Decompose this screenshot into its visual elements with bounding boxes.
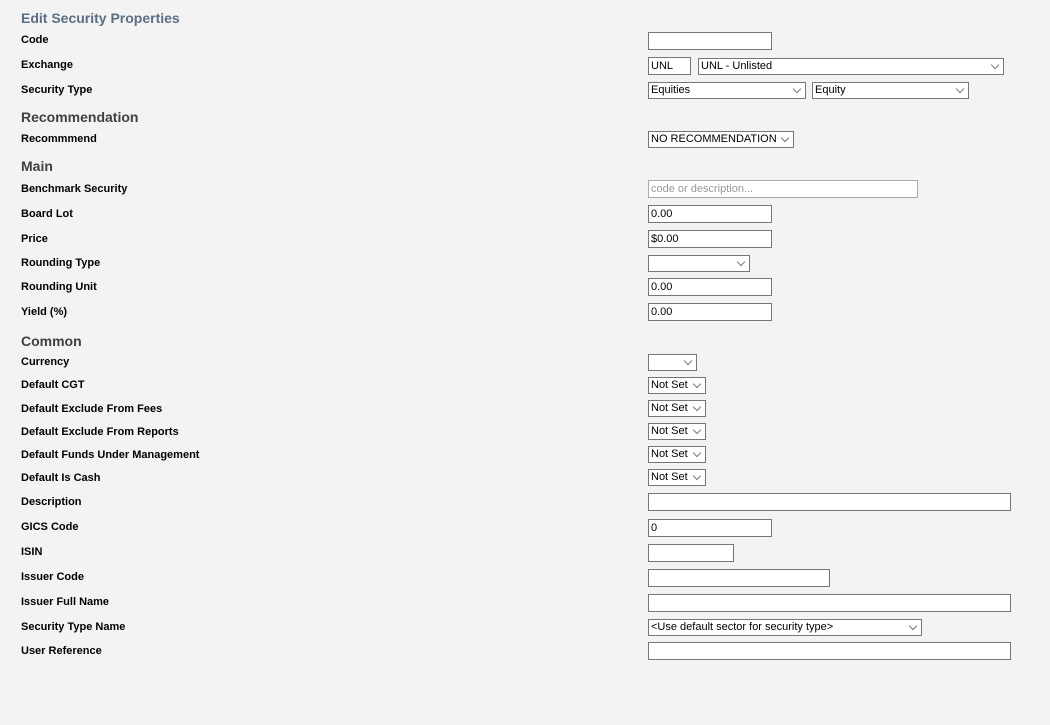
- recommend-selected: NO RECOMMENDATION: [651, 133, 777, 145]
- gics-code-input[interactable]: 0: [648, 519, 772, 537]
- code-label: Code: [21, 34, 49, 46]
- isin-input[interactable]: [648, 544, 734, 562]
- code-input[interactable]: [648, 32, 772, 50]
- section-common: Common: [21, 333, 82, 349]
- user-reference-input[interactable]: [648, 642, 1011, 660]
- default-is-cash-select[interactable]: Not Set: [648, 469, 706, 486]
- chevron-down-icon: [792, 84, 802, 94]
- default-exclude-reports-selected: Not Set: [651, 425, 688, 437]
- default-exclude-fees-selected: Not Set: [651, 402, 688, 414]
- chevron-down-icon: [692, 448, 702, 458]
- default-exclude-reports-select[interactable]: Not Set: [648, 423, 706, 440]
- chevron-down-icon: [736, 257, 746, 267]
- exchange-label: Exchange: [21, 59, 73, 71]
- rounding-unit-input[interactable]: 0.00: [648, 278, 772, 296]
- benchmark-security-label: Benchmark Security: [21, 183, 128, 195]
- issuer-code-label: Issuer Code: [21, 571, 84, 583]
- chevron-down-icon: [692, 425, 702, 435]
- default-is-cash-label: Default Is Cash: [21, 472, 101, 484]
- yield-label: Yield (%): [21, 306, 68, 318]
- default-exclude-reports-label: Default Exclude From Reports: [21, 426, 179, 438]
- isin-label: ISIN: [21, 546, 43, 558]
- price-label: Price: [21, 233, 48, 245]
- recommend-select[interactable]: NO RECOMMENDATION: [648, 131, 794, 148]
- default-is-cash-selected: Not Set: [651, 471, 688, 483]
- rounding-type-label: Rounding Type: [21, 257, 101, 269]
- currency-select[interactable]: [648, 354, 697, 371]
- exchange-selected: UNL - Unlisted: [701, 60, 773, 72]
- price-input[interactable]: $0.00: [648, 230, 772, 248]
- section-main: Main: [21, 158, 53, 174]
- gics-code-label: GICS Code: [21, 521, 79, 533]
- chevron-down-icon: [990, 60, 1000, 70]
- chevron-down-icon: [908, 621, 918, 631]
- page-title: Edit Security Properties: [21, 10, 180, 26]
- yield-input[interactable]: 0.00: [648, 303, 772, 321]
- security-type-select[interactable]: Equity: [812, 82, 969, 99]
- security-type-name-select[interactable]: <Use default sector for security type>: [648, 619, 922, 636]
- default-cgt-selected: Not Set: [651, 379, 688, 391]
- chevron-down-icon: [692, 471, 702, 481]
- chevron-down-icon: [683, 356, 693, 366]
- section-recommendation: Recommendation: [21, 109, 139, 125]
- recommend-label: Recommmend: [21, 133, 97, 145]
- issuer-full-name-input[interactable]: [648, 594, 1011, 612]
- currency-label: Currency: [21, 356, 70, 368]
- exchange-code-input[interactable]: UNL: [648, 57, 691, 75]
- default-cgt-label: Default CGT: [21, 379, 85, 391]
- default-fum-label: Default Funds Under Management: [21, 449, 200, 461]
- exchange-select[interactable]: UNL - Unlisted: [698, 58, 1004, 75]
- security-category-selected: Equities: [651, 84, 691, 96]
- description-label: Description: [21, 496, 82, 508]
- security-category-select[interactable]: Equities: [648, 82, 806, 99]
- board-lot-label: Board Lot: [21, 208, 73, 220]
- chevron-down-icon: [692, 402, 702, 412]
- default-exclude-fees-label: Default Exclude From Fees: [21, 403, 163, 415]
- security-type-name-selected: <Use default sector for security type>: [651, 621, 834, 633]
- security-type-label: Security Type: [21, 84, 93, 96]
- rounding-type-select[interactable]: [648, 255, 750, 272]
- default-fum-selected: Not Set: [651, 448, 688, 460]
- security-type-name-label: Security Type Name: [21, 621, 126, 633]
- chevron-down-icon: [692, 379, 702, 389]
- rounding-unit-label: Rounding Unit: [21, 281, 97, 293]
- issuer-code-input[interactable]: [648, 569, 830, 587]
- chevron-down-icon: [780, 133, 790, 143]
- user-reference-label: User Reference: [21, 645, 102, 657]
- chevron-down-icon: [955, 84, 965, 94]
- default-cgt-select[interactable]: Not Set: [648, 377, 706, 394]
- issuer-full-name-label: Issuer Full Name: [21, 596, 110, 608]
- default-fum-select[interactable]: Not Set: [648, 446, 706, 463]
- benchmark-security-input[interactable]: code or description...: [648, 180, 918, 198]
- default-exclude-fees-select[interactable]: Not Set: [648, 400, 706, 417]
- board-lot-input[interactable]: 0.00: [648, 205, 772, 223]
- description-input[interactable]: [648, 493, 1011, 511]
- security-type-selected: Equity: [815, 84, 846, 96]
